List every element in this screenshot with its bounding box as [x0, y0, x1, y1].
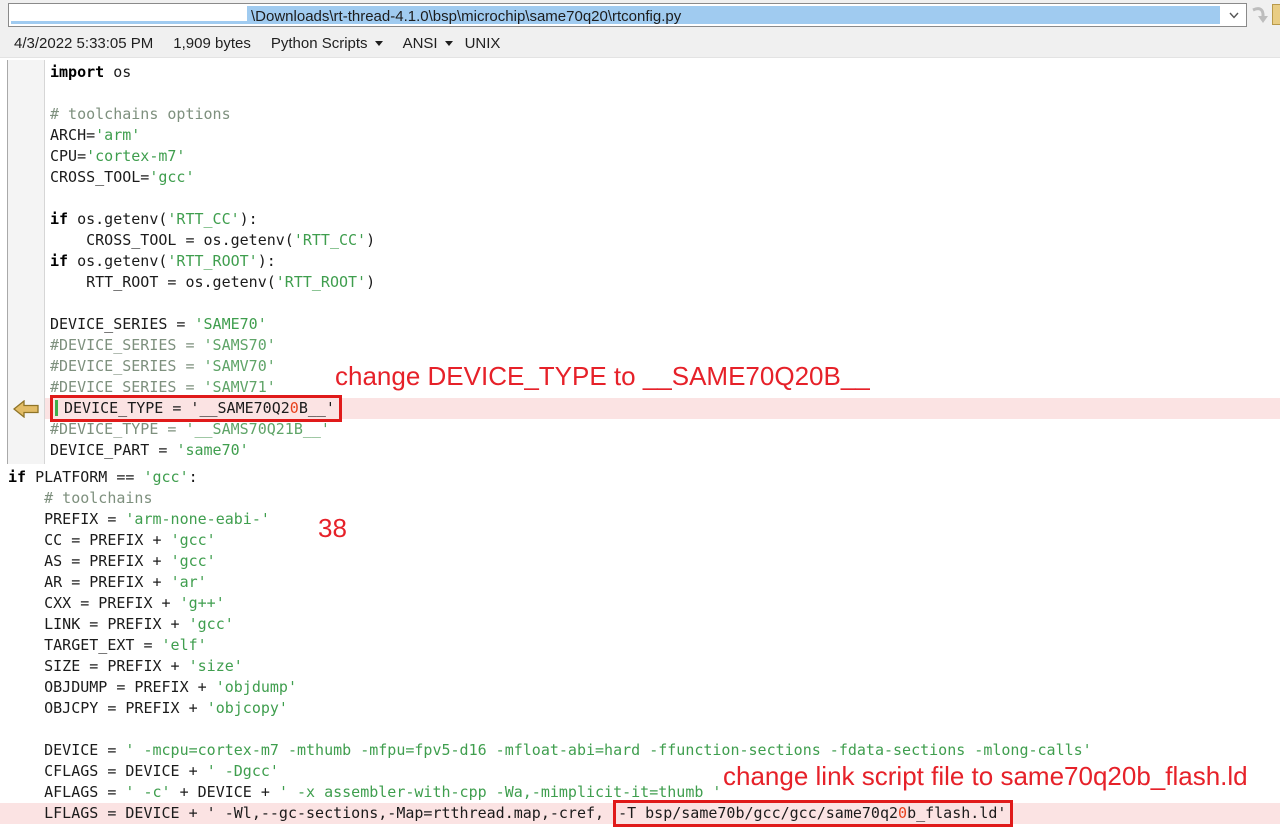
code-line	[45, 83, 1280, 104]
encoding-dropdown[interactable]: ANSI	[403, 35, 453, 52]
code-line: CC = PREFIX + 'gcc'	[0, 530, 1280, 551]
redacted-path-area	[11, 6, 247, 21]
go-arrow-icon[interactable]	[1250, 5, 1270, 25]
code-line: CROSS_TOOL = os.getenv('RTT_CC')	[45, 230, 1280, 251]
code-line: DEVICE_PART = 'same70'	[45, 440, 1280, 461]
code-line: LFLAGS = DEVICE + ' -Wl,--gc-sections,-M…	[0, 803, 1280, 824]
left-arrow-marker-icon	[13, 400, 39, 423]
modified-line-indicator	[55, 400, 58, 416]
address-bar: \Downloads\rt-thread-4.1.0\bsp\microchip…	[0, 0, 1280, 30]
file-timestamp: 4/3/2022 5:33:05 PM	[14, 35, 153, 52]
code-line: LINK = PREFIX + 'gcc'	[0, 614, 1280, 635]
encoding-label: ANSI	[403, 35, 438, 52]
code-line: AS = PREFIX + 'gcc'	[0, 551, 1280, 572]
code-line	[0, 719, 1280, 740]
file-size: 1,909 bytes	[173, 35, 251, 52]
favorites-icon[interactable]	[1272, 4, 1280, 25]
annotation-line-number: 38	[318, 513, 347, 544]
file-path-value[interactable]: \Downloads\rt-thread-4.1.0\bsp\microchip…	[251, 6, 681, 28]
code-line: if os.getenv('RTT_ROOT'):	[45, 251, 1280, 272]
code-line: AR = PREFIX + 'ar'	[0, 572, 1280, 593]
code-line: OBJCPY = PREFIX + 'objcopy'	[0, 698, 1280, 719]
editor-window: \Downloads\rt-thread-4.1.0\bsp\microchip…	[0, 0, 1280, 829]
file-type-dropdown[interactable]: Python Scripts	[271, 35, 383, 52]
code-line: DEVICE_SERIES = 'SAME70'	[45, 314, 1280, 335]
code-line: OBJDUMP = PREFIX + 'objdump'	[0, 677, 1280, 698]
status-bar: 4/3/2022 5:33:05 PM 1,909 bytes Python S…	[0, 30, 1280, 58]
code-line: # toolchains options	[45, 104, 1280, 125]
line-ending-toggle[interactable]: UNIX	[465, 35, 501, 52]
code-line	[45, 293, 1280, 314]
code-line	[45, 188, 1280, 209]
code-line: if PLATFORM == 'gcc':	[0, 467, 1280, 488]
code-line: ARCH='arm'	[45, 125, 1280, 146]
file-path-combobox[interactable]: \Downloads\rt-thread-4.1.0\bsp\microchip…	[8, 3, 1247, 27]
code-line: DEVICE = ' -mcpu=cortex-m7 -mthumb -mfpu…	[0, 740, 1280, 761]
code-line: import os	[45, 62, 1280, 83]
annotation-link-script: change link script file to same70q20b_fl…	[723, 761, 1248, 792]
dropdown-arrow-icon	[375, 41, 383, 46]
chevron-down-icon[interactable]	[1222, 5, 1245, 25]
code-line: RTT_ROOT = os.getenv('RTT_ROOT')	[45, 272, 1280, 293]
dropdown-arrow-icon	[445, 41, 453, 46]
code-line: #DEVICE_TYPE = '__SAMS70Q21B__'	[45, 419, 1280, 440]
code-line: TARGET_EXT = 'elf'	[0, 635, 1280, 656]
code-line: CPU='cortex-m7'	[45, 146, 1280, 167]
annotation-device-type: change DEVICE_TYPE to __SAME70Q20B__	[335, 361, 870, 392]
red-annotation-box: DEVICE_TYPE = '__SAME70Q20B__'	[50, 395, 342, 422]
code-top-section: import os# toolchains optionsARCH='arm'C…	[45, 62, 1280, 461]
code-line: CXX = PREFIX + 'g++'	[0, 593, 1280, 614]
editor-content[interactable]: import os# toolchains optionsARCH='arm'C…	[0, 58, 1280, 829]
code-line: if os.getenv('RTT_CC'):	[45, 209, 1280, 230]
code-line: #DEVICE_SERIES = 'SAMS70'	[45, 335, 1280, 356]
file-type-label: Python Scripts	[271, 35, 368, 52]
code-line: SIZE = PREFIX + 'size'	[0, 656, 1280, 677]
code-line: PREFIX = 'arm-none-eabi-'	[0, 509, 1280, 530]
code-line: # toolchains	[0, 488, 1280, 509]
code-line: DEVICE_TYPE = '__SAME70Q20B__'	[45, 398, 1280, 419]
red-annotation-box: -T bsp/same70b/gcc/gcc/same70q20b_flash.…	[613, 800, 1013, 827]
code-line: CROSS_TOOL='gcc'	[45, 167, 1280, 188]
